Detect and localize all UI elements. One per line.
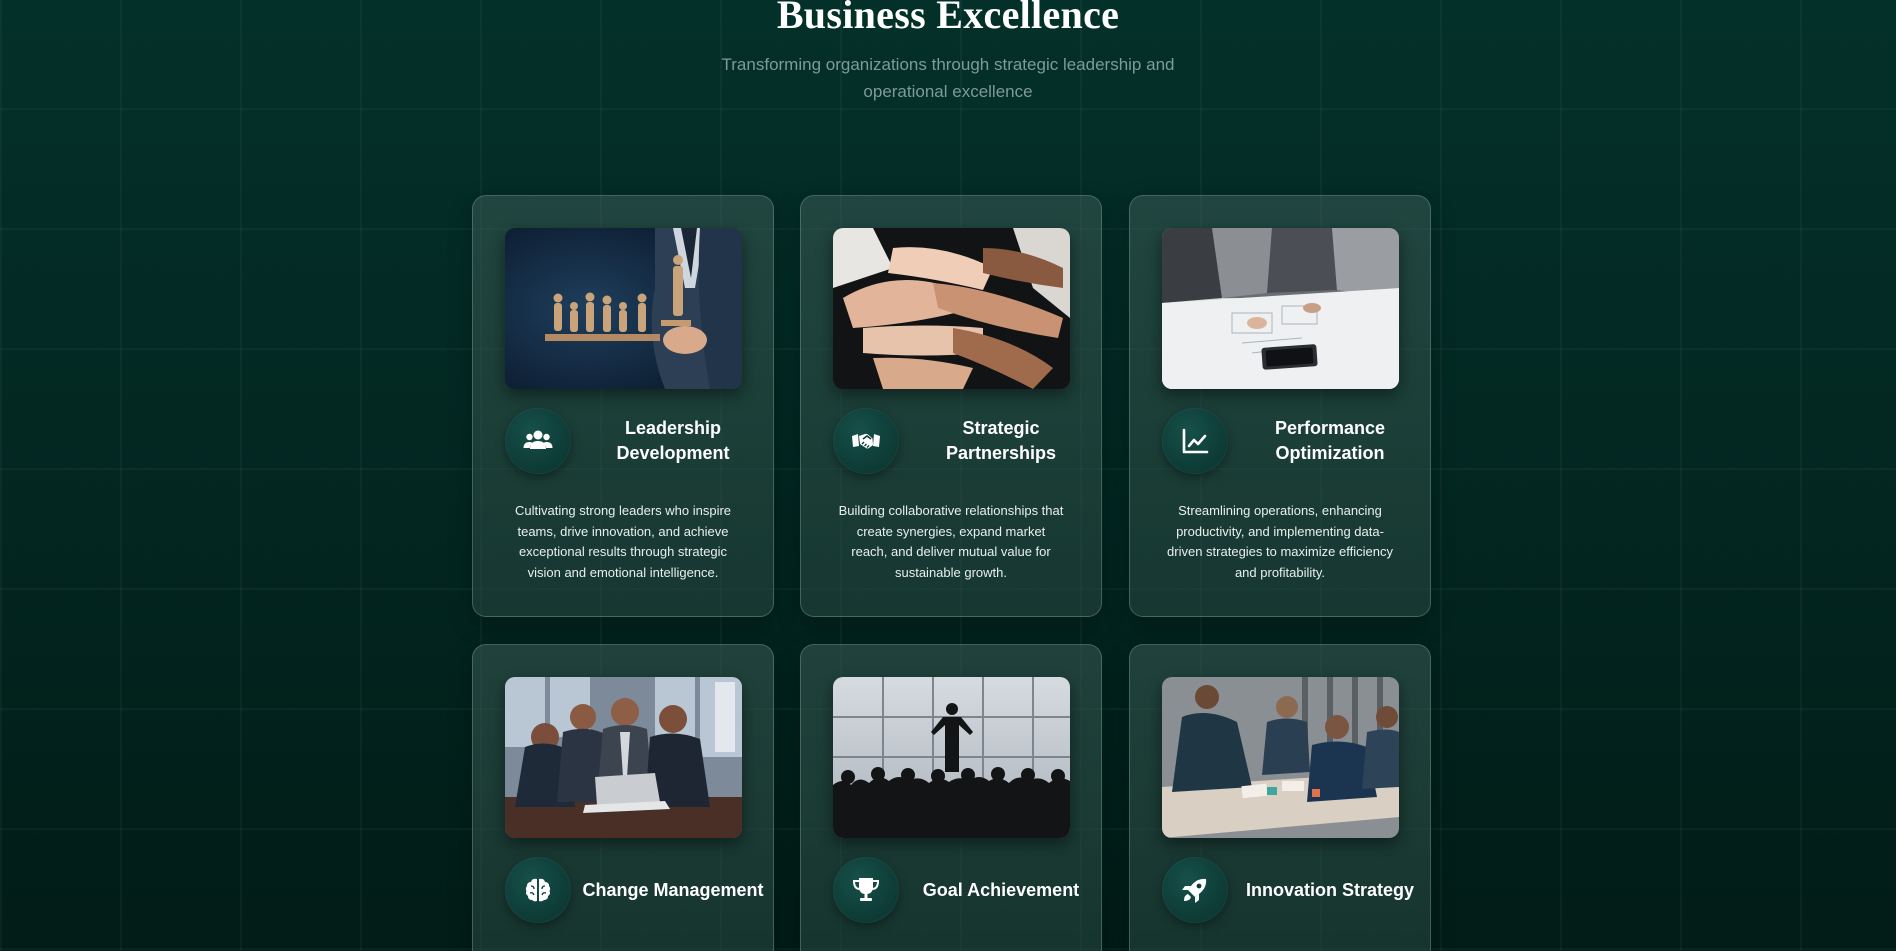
card-title: Leadership Development — [616, 418, 730, 463]
card-performance-optimization[interactable]: Performance Optimization Streamlining op… — [1129, 195, 1431, 617]
brain-icon — [505, 857, 571, 923]
card-title: Goal Achievement — [922, 879, 1080, 900]
trophy-icon — [833, 857, 899, 923]
team-collaboration-photo — [1162, 677, 1399, 838]
rocket-icon — [1162, 857, 1228, 923]
card-title: Strategic Partnerships — [945, 418, 1057, 463]
handshake-icon — [833, 408, 899, 474]
card-description: Cultivating strong leaders who inspire t… — [514, 503, 732, 580]
stacked-hands-photo — [833, 228, 1070, 389]
line-chart-icon — [1162, 408, 1228, 474]
card-leadership-development[interactable]: Leadership Development Cultivating stron… — [472, 195, 774, 617]
card-change-management[interactable]: Change Management — [472, 644, 774, 951]
card-title: Innovation Strategy — [1245, 879, 1415, 900]
users-icon — [505, 408, 571, 474]
card-goal-achievement[interactable]: Goal Achievement — [800, 644, 1102, 951]
team-at-laptop-photo — [505, 677, 742, 838]
page-subtitle: Transforming organizations through strat… — [721, 55, 1175, 101]
page-title: Business Excellence — [776, 0, 1120, 37]
card-description: Building collaborative relationships tha… — [838, 503, 1064, 580]
speaker-silhouette-photo — [833, 677, 1070, 838]
card-title: Change Management — [582, 879, 764, 900]
card-strategic-partnerships[interactable]: Strategic Partnerships Building collabor… — [800, 195, 1102, 617]
card-description: Streamlining operations, enhancing produ… — [1167, 503, 1393, 580]
card-innovation-strategy[interactable]: Innovation Strategy — [1129, 644, 1431, 951]
card-title: Performance Optimization — [1274, 418, 1386, 463]
section-header: Business Excellence Transforming organiz… — [0, 0, 1896, 105]
leadership-figures-photo — [505, 228, 742, 389]
team-planning-table-photo — [1162, 228, 1399, 389]
